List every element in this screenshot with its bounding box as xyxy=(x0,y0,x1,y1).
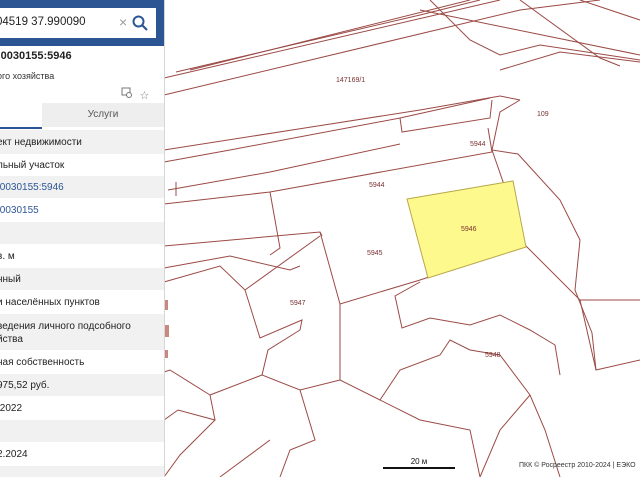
parcel-label: 5947 xyxy=(290,300,306,307)
scale-label: 20 м xyxy=(410,457,428,466)
info-row: .2022 xyxy=(0,403,23,414)
tab-info[interactable] xyxy=(0,103,42,129)
info-row: 2.2024 xyxy=(0,449,28,460)
parcel-label: 5945 xyxy=(367,250,383,257)
parcel-label: 147169/1 xyxy=(336,77,366,84)
parcel-label-selected: 5946 xyxy=(461,226,477,233)
info-row: нный xyxy=(0,268,164,290)
panel-actions: ☆ xyxy=(121,86,153,104)
info-row: в. м xyxy=(0,251,15,262)
info-row xyxy=(0,420,164,442)
info-panel: 04519 37.990090 × :0030155:5946 ого хозя… xyxy=(0,0,165,477)
locate-icon[interactable] xyxy=(121,86,135,98)
search-input[interactable]: 04519 37.990090 × xyxy=(0,8,156,38)
info-row xyxy=(0,222,164,244)
info-row xyxy=(0,466,164,477)
info-row: и населённых пунктов xyxy=(0,297,100,308)
parcel-label: 5948 xyxy=(485,352,501,359)
map-copyright: ПКК © Росреестр 2010-2024 | ЕЭКО xyxy=(519,462,636,469)
info-row-link[interactable]: :0030155 xyxy=(0,198,164,222)
info-row: льный участок xyxy=(0,160,65,171)
clear-icon[interactable]: × xyxy=(119,14,127,30)
info-row: ект недвижимости xyxy=(0,130,164,154)
info-row: 975,52 руб. xyxy=(0,374,164,396)
parcel-label: 5944 xyxy=(369,182,385,189)
star-icon[interactable]: ☆ xyxy=(139,90,153,102)
panel-tabs: Услуги xyxy=(0,103,164,129)
search-icon[interactable] xyxy=(131,14,149,32)
info-row-link[interactable]: :0030155:5946 xyxy=(0,176,164,198)
scale-bar xyxy=(383,467,455,469)
collapse-panel-button[interactable]: ‹ xyxy=(162,14,172,32)
page-title: :0030155:5946 xyxy=(0,50,72,62)
search-value: 04519 37.990090 xyxy=(0,16,86,28)
search-bar: 04519 37.990090 × xyxy=(0,0,164,46)
parcel-label: 5944 xyxy=(470,141,486,148)
map-scale: 20 м xyxy=(383,457,455,470)
info-row: ная собственность xyxy=(0,357,85,368)
parcel-label: 109 xyxy=(537,111,549,118)
tab-services[interactable]: Услуги xyxy=(42,103,164,127)
info-row: ведения личного подсобного йства xyxy=(0,314,164,350)
page-subtitle: ого хозяйства xyxy=(0,71,55,81)
